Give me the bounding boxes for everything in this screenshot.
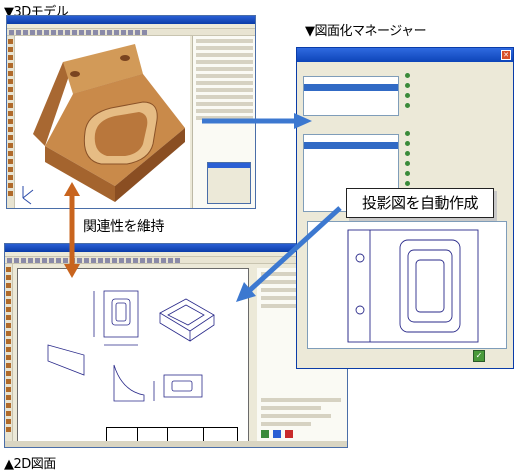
title-bar bbox=[7, 16, 255, 24]
caption-drawing-manager: ▼図面化マネージャー bbox=[305, 24, 427, 39]
option-item[interactable] bbox=[405, 128, 413, 138]
tool-palette bbox=[7, 36, 15, 208]
3d-model-render bbox=[22, 44, 185, 205]
option-item[interactable] bbox=[405, 158, 413, 168]
ok-button[interactable]: ✓ bbox=[473, 350, 485, 362]
option-group-2 bbox=[405, 128, 413, 188]
relation-label: 関連性を維持 bbox=[83, 219, 165, 235]
floating-dialog bbox=[207, 162, 251, 204]
option-item[interactable] bbox=[405, 80, 413, 90]
cad-3d-window bbox=[6, 15, 256, 209]
status-bar bbox=[5, 441, 347, 447]
projection-preview bbox=[307, 221, 507, 349]
dialog-title-bar: ✕ bbox=[297, 48, 513, 62]
option-item[interactable] bbox=[405, 148, 413, 158]
toolbar bbox=[7, 29, 255, 36]
option-item[interactable] bbox=[405, 90, 413, 100]
option-item[interactable] bbox=[405, 100, 413, 110]
option-group-1 bbox=[405, 70, 413, 110]
list-item[interactable] bbox=[304, 77, 398, 84]
projection-views bbox=[47, 290, 215, 402]
list-item[interactable] bbox=[304, 156, 398, 163]
feature-panel bbox=[192, 36, 255, 208]
close-button[interactable]: ✕ bbox=[501, 50, 511, 60]
option-item[interactable] bbox=[405, 168, 413, 178]
drawing-list[interactable] bbox=[303, 76, 399, 116]
list-item[interactable] bbox=[304, 170, 398, 177]
option-item[interactable] bbox=[405, 178, 413, 188]
list-item-selected[interactable] bbox=[304, 142, 398, 149]
list-item[interactable] bbox=[304, 163, 398, 170]
list-item[interactable] bbox=[304, 149, 398, 156]
option-item[interactable] bbox=[405, 70, 413, 80]
drawing-sheet bbox=[17, 268, 249, 444]
tool-palette bbox=[5, 264, 13, 447]
option-item[interactable] bbox=[405, 138, 413, 148]
list-item-selected[interactable] bbox=[304, 84, 398, 91]
auto-projection-callout: 投影図を自動作成 bbox=[346, 188, 494, 218]
list-item[interactable] bbox=[304, 135, 398, 142]
3d-viewport bbox=[15, 36, 190, 208]
caption-2d-drawing: ▲2D図面 bbox=[4, 457, 56, 470]
